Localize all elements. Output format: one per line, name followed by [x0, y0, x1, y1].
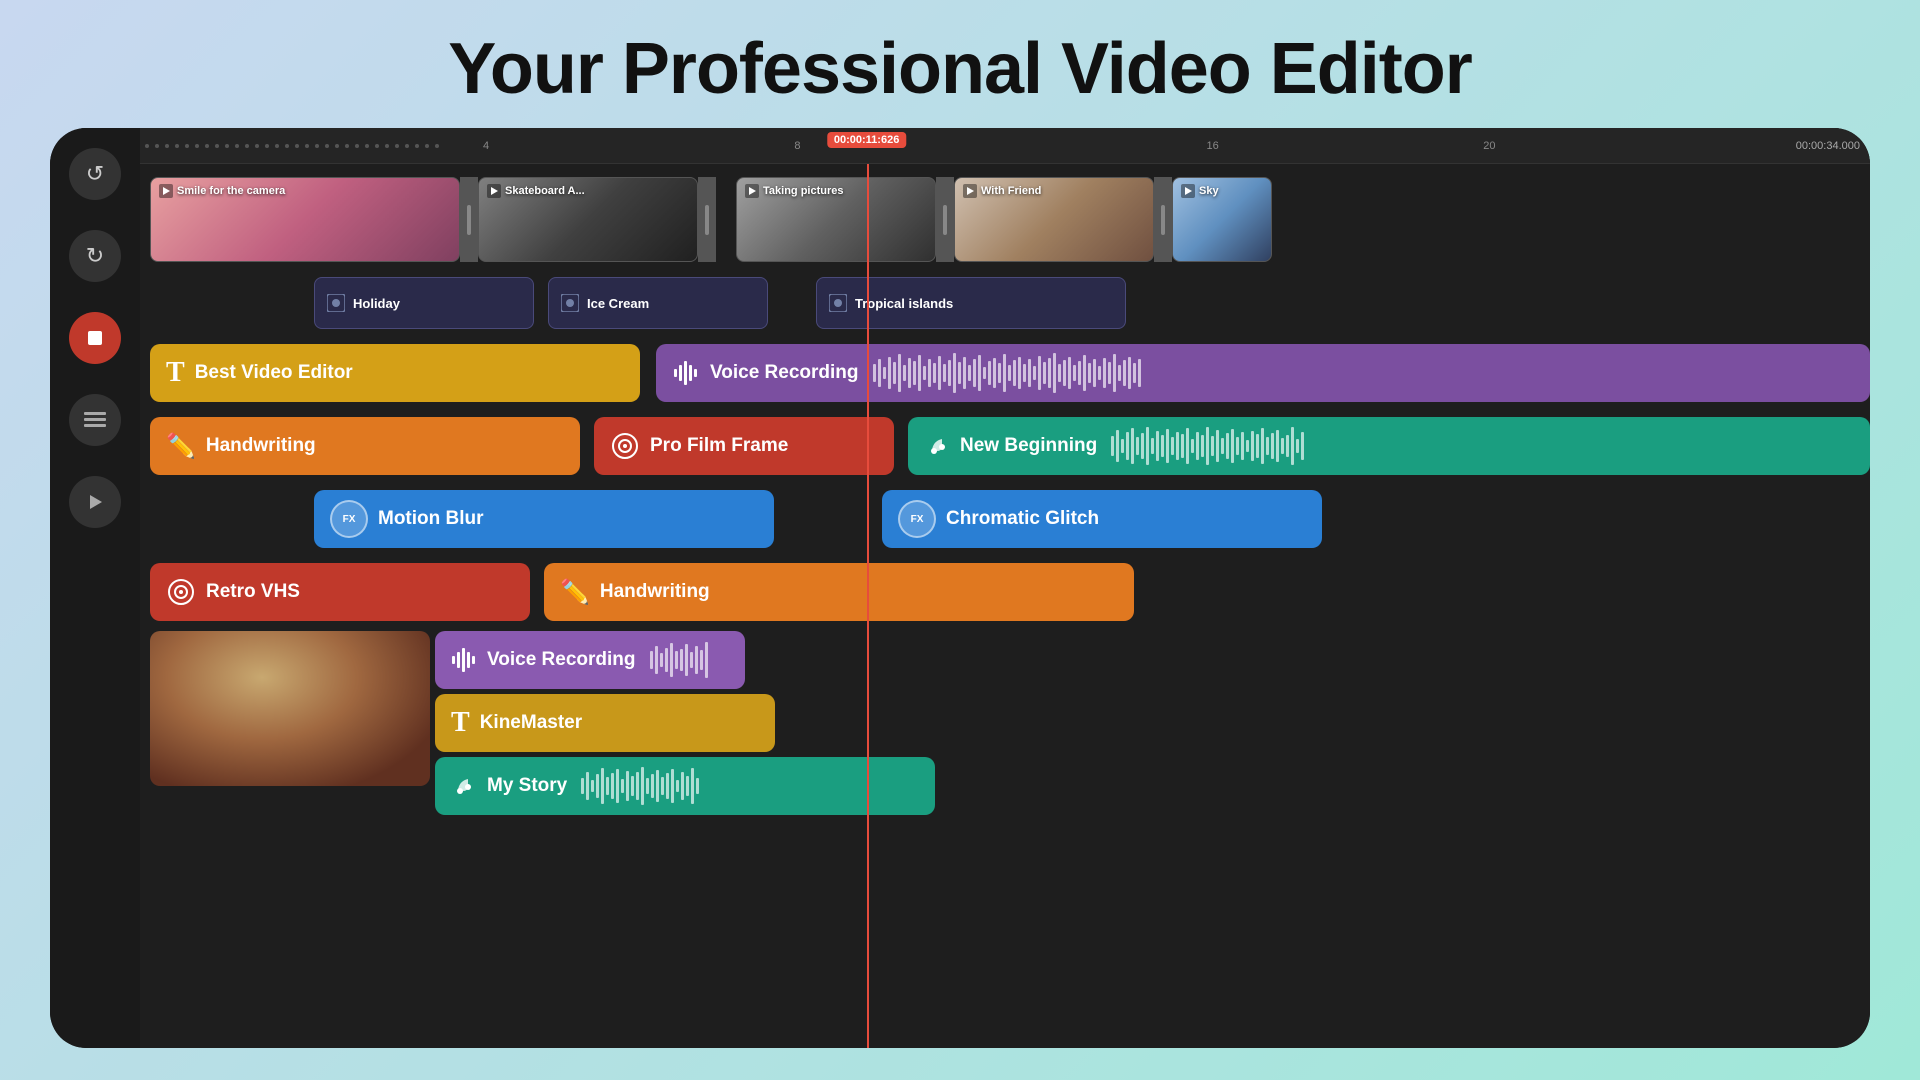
track-row-1: T Best Video Editor Voice Recording [140, 339, 1870, 407]
clip-friend[interactable]: With Friend [954, 177, 1154, 262]
main-editing-area: // We'll just output the ruler as static… [140, 128, 1870, 1048]
text-icon: T [166, 357, 185, 389]
track-label: Voice Recording [487, 649, 636, 671]
track-label: Chromatic Glitch [946, 508, 1099, 530]
track-row-2: ✏️ Handwriting Pro Film Frame [140, 412, 1870, 480]
media-holiday[interactable]: Holiday [314, 277, 534, 329]
bottom-section: Voice Recording T KineMaster [150, 631, 1870, 815]
clip-handle-1[interactable] [460, 177, 478, 262]
text-icon-2: T [451, 707, 470, 739]
track-label: Motion Blur [378, 508, 484, 530]
media-clips-row: Holiday Ice Cream Tropical islands [140, 273, 1870, 333]
track-voice-small[interactable]: Voice Recording [435, 631, 745, 689]
sidebar: ↺ ↻ [50, 128, 140, 1048]
record-button[interactable] [69, 312, 121, 364]
clip-handle-2[interactable] [698, 177, 716, 262]
waveform-icon [672, 359, 700, 387]
clip-sky[interactable]: Sky [1172, 177, 1272, 262]
track-label: KineMaster [480, 712, 582, 734]
right-tracks: Voice Recording T KineMaster [435, 631, 1870, 815]
clip-handle-4[interactable] [1154, 177, 1172, 262]
music-icon [924, 433, 950, 459]
track-label: Handwriting [206, 435, 316, 457]
layers-button[interactable] [69, 394, 121, 446]
track-row-3: FX Motion Blur FX Chromatic Glitch [140, 485, 1870, 553]
track-voice-recording[interactable]: Voice Recording [656, 344, 1870, 402]
clip-smile[interactable]: Smile for the camera [150, 177, 460, 262]
track-label: Pro Film Frame [650, 435, 788, 457]
track-row-4: Retro VHS ✏️ Handwriting [150, 558, 1870, 626]
timeline-ruler: // We'll just output the ruler as static… [140, 128, 1870, 164]
track-new-beginning[interactable]: New Beginning [908, 417, 1870, 475]
fx-badge-chromatic-glitch: FX [898, 500, 936, 538]
undo-button[interactable]: ↺ [69, 148, 121, 200]
track-label: Handwriting [600, 581, 710, 603]
clip-handle-3[interactable] [936, 177, 954, 262]
clip-taking[interactable]: Taking pictures [736, 177, 936, 262]
track-my-story[interactable]: My Story [435, 757, 935, 815]
tracks-container[interactable]: Smile for the camera Skateboard A... [140, 164, 1870, 1048]
vhs-icon [166, 577, 196, 607]
end-time: 00:00:34.000 [1796, 140, 1860, 152]
fx-badge-motion-blur: FX [330, 500, 368, 538]
track-label: My Story [487, 775, 567, 797]
track-label: Retro VHS [206, 581, 300, 603]
target-icon [610, 431, 640, 461]
track-best-video-editor[interactable]: T Best Video Editor [150, 344, 640, 402]
track-kinemaster[interactable]: T KineMaster [435, 694, 775, 752]
waveform-bars [873, 353, 1141, 393]
pencil-icon-2: ✏️ [560, 578, 590, 607]
video-clips-row: Smile for the camera Skateboard A... [140, 172, 1870, 267]
playhead-time-badge: 00:00:11:626 [827, 130, 906, 148]
pencil-icon: ✏️ [166, 432, 196, 461]
track-chromatic-glitch[interactable]: FX Chromatic Glitch [882, 490, 1322, 548]
tablet-frame: ↺ ↻ // We'll just output the ruler as st… [50, 128, 1870, 1048]
track-handwriting-2[interactable]: ✏️ Handwriting [544, 563, 1134, 621]
redo-button[interactable]: ↻ [69, 230, 121, 282]
waveform-bars-story [581, 767, 699, 805]
music-icon-2 [451, 773, 477, 799]
track-retro-vhs[interactable]: Retro VHS [150, 563, 530, 621]
track-label: Best Video Editor [195, 362, 353, 384]
export-button[interactable] [69, 476, 121, 528]
track-pro-film-frame[interactable]: Pro Film Frame [594, 417, 894, 475]
waveform-icon-small [451, 647, 477, 673]
waveform-bars [1111, 427, 1304, 465]
page-title: Your Professional Video Editor [448, 28, 1472, 110]
track-handwriting[interactable]: ✏️ Handwriting [150, 417, 580, 475]
track-label: New Beginning [960, 435, 1097, 457]
clip-skate[interactable]: Skateboard A... [478, 177, 698, 262]
media-tropical[interactable]: Tropical islands [816, 277, 1126, 329]
track-motion-blur[interactable]: FX Motion Blur [314, 490, 774, 548]
track-label: Voice Recording [710, 362, 859, 384]
waveform-bars-small [650, 642, 708, 678]
media-ice-cream[interactable]: Ice Cream [548, 277, 768, 329]
video-preview [150, 631, 430, 786]
